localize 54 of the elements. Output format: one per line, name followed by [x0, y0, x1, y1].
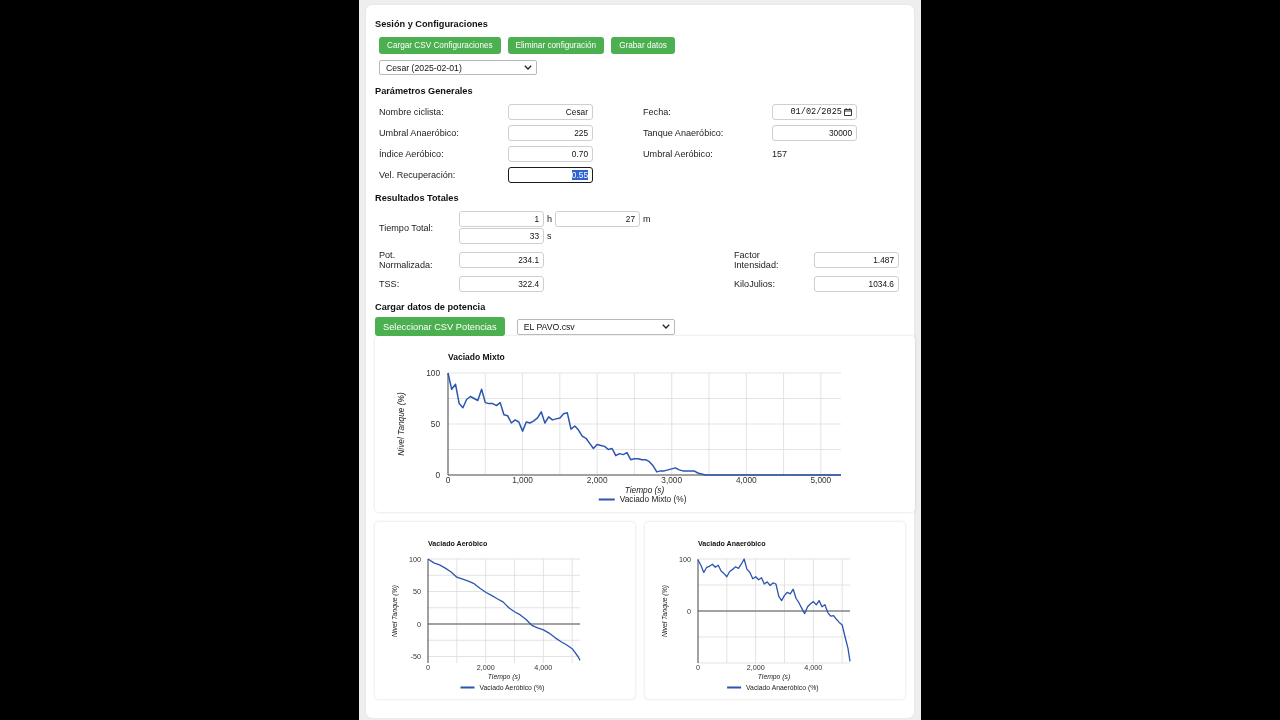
field-label: Nombre ciclista: — [379, 107, 444, 117]
legend-line-icon — [460, 686, 475, 689]
y-tick-label: 100 — [426, 368, 440, 378]
section-heading: Resultados Totales — [375, 193, 459, 204]
field-label: Índice Aeróbico: — [379, 149, 444, 159]
section-heading: Cargar datos de potencia — [375, 302, 486, 313]
x-tick-label: 1,000 — [512, 475, 533, 486]
config-dropdown[interactable]: Cesar (2025-02-01) — [379, 60, 537, 75]
y-tick-label: 0 — [435, 470, 440, 480]
x-tick-label: 3,000 — [661, 475, 683, 486]
x-tick-label: 0 — [445, 475, 451, 486]
section-heading: Sesión y Configuraciones — [375, 19, 488, 30]
text-field[interactable]: Cesar — [508, 104, 593, 120]
unit-label: s — [547, 231, 552, 241]
x-tick-label: 2,000 — [586, 475, 608, 486]
text-field[interactable]: 0.70 — [508, 146, 593, 162]
chevron-down-icon — [661, 324, 670, 329]
unit-label: m — [643, 214, 651, 224]
value-text: 157 — [772, 149, 788, 159]
legend-line-icon — [727, 686, 742, 689]
file-dropdown[interactable]: EL PAVO.csv — [516, 318, 675, 335]
field-label: Pot. Normalizada: — [379, 250, 434, 270]
date-field[interactable]: 01/02/2025 — [772, 104, 857, 120]
text-field[interactable]: 225 — [508, 125, 593, 141]
legend-label: Vaciado Mixto (%) — [619, 494, 687, 505]
y-tick-label: 50 — [430, 419, 440, 429]
chevron-down-icon — [524, 65, 532, 70]
x-tick-label: 4,000 — [735, 475, 757, 486]
text-field[interactable]: 234.1 — [459, 252, 544, 268]
field-label: KiloJulios: — [734, 279, 775, 289]
text-field[interactable]: 30000 — [772, 125, 857, 141]
section-heading: Parámetros Generales — [375, 86, 473, 97]
field-label: Vel. Recuperación: — [379, 170, 456, 180]
text-field[interactable]: 1034.6 — [814, 276, 899, 292]
field-label: Fecha: — [643, 107, 671, 117]
unit-label: h — [547, 214, 553, 224]
text-field[interactable]: 1.487 — [814, 252, 899, 268]
chart-title: Vaciado Mixto — [448, 352, 505, 362]
text-field[interactable]: 27 — [555, 211, 641, 227]
y-axis-title: Nivel Tanque (%) — [396, 392, 406, 456]
field-label: Tanque Anaeróbico: — [643, 128, 724, 138]
field-label: Tiempo Total: — [379, 222, 434, 233]
text-field[interactable]: 33 — [459, 228, 544, 244]
field-label: Umbral Aeróbico: — [643, 149, 713, 159]
field-label: Factor Intensidad: — [734, 250, 780, 270]
x-tick-label: 5,000 — [810, 475, 832, 486]
x-axis-title: Tiempo (s) — [624, 485, 665, 496]
calendar-icon[interactable] — [844, 108, 852, 116]
text-field[interactable]: 322.4 — [459, 276, 544, 292]
field-label: Umbral Anaeróbico: — [379, 128, 459, 138]
text-field[interactable]: 1 — [459, 211, 544, 227]
field-label: TSS: — [379, 279, 400, 289]
text-field[interactable]: 0.55 — [508, 167, 593, 183]
legend-line-icon — [598, 498, 615, 501]
